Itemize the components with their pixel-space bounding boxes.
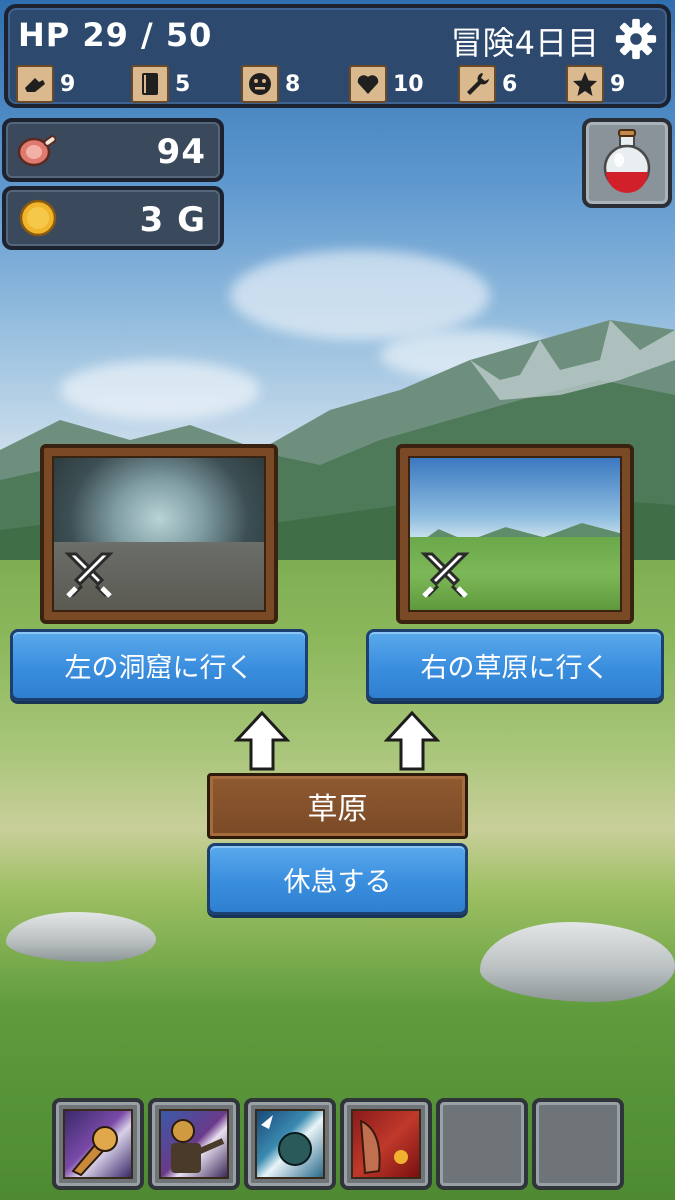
crossed-swords-icon bbox=[64, 552, 114, 598]
stat-charisma: 8 bbox=[241, 64, 300, 104]
wave-skill-icon bbox=[255, 1109, 325, 1179]
status-bar: HP 29 / 50 冒険4日目 9 5 8 10 6 9 bbox=[4, 4, 671, 108]
flame-skill-icon bbox=[351, 1109, 421, 1179]
heart-icon bbox=[349, 65, 387, 103]
food-value: 94 bbox=[156, 132, 206, 172]
go-right-grassland-button[interactable]: 右の草原に行く bbox=[366, 629, 664, 701]
food-panel: 94 bbox=[2, 118, 224, 182]
stat-value: 6 bbox=[502, 71, 518, 97]
stat-value: 9 bbox=[60, 71, 76, 97]
coin-icon bbox=[19, 199, 57, 237]
stat-intelligence: 5 bbox=[131, 64, 190, 104]
face-icon bbox=[241, 65, 279, 103]
day-counter: 冒険4日目 bbox=[450, 24, 599, 62]
slash-skill-icon bbox=[159, 1109, 229, 1179]
skill-slot-empty-1[interactable] bbox=[436, 1098, 528, 1190]
stat-value: 10 bbox=[393, 71, 424, 97]
cave-destination-card[interactable] bbox=[40, 444, 278, 624]
crossed-swords-icon bbox=[420, 552, 470, 598]
gold-panel: 3 G bbox=[2, 186, 224, 250]
grassland-destination-card[interactable] bbox=[396, 444, 634, 624]
rest-button[interactable]: 休息する bbox=[207, 843, 468, 915]
stat-value: 8 bbox=[285, 71, 301, 97]
book-icon bbox=[131, 65, 169, 103]
stat-row: 9 5 8 10 6 9 bbox=[16, 64, 656, 104]
stat-crafting: 6 bbox=[458, 64, 517, 104]
up-arrow-icon bbox=[234, 710, 290, 771]
up-arrow-icon bbox=[384, 710, 440, 771]
stat-value: 5 bbox=[175, 71, 191, 97]
stat-value: 9 bbox=[610, 71, 626, 97]
skill-slot-empty-2[interactable] bbox=[532, 1098, 624, 1190]
gear-icon[interactable] bbox=[613, 16, 659, 62]
go-left-cave-button[interactable]: 左の洞窟に行く bbox=[10, 629, 308, 701]
skill-slot-1[interactable] bbox=[52, 1098, 144, 1190]
punch-skill-icon bbox=[63, 1109, 133, 1179]
gold-value: 3 G bbox=[139, 200, 206, 240]
skill-slot-3[interactable] bbox=[244, 1098, 336, 1190]
boot-icon bbox=[16, 65, 54, 103]
meat-icon bbox=[17, 135, 57, 167]
potion-button[interactable] bbox=[582, 118, 672, 208]
skill-slot-4[interactable] bbox=[340, 1098, 432, 1190]
wrench-icon bbox=[458, 65, 496, 103]
stat-agility: 9 bbox=[16, 64, 75, 104]
hp-display: HP 29 / 50 bbox=[18, 16, 213, 54]
location-sign: 草原 bbox=[207, 773, 468, 839]
star-icon bbox=[566, 65, 604, 103]
stat-luck: 9 bbox=[566, 64, 625, 104]
stat-vitality: 10 bbox=[349, 64, 424, 104]
potion-icon bbox=[603, 129, 651, 193]
skill-slot-2[interactable] bbox=[148, 1098, 240, 1190]
